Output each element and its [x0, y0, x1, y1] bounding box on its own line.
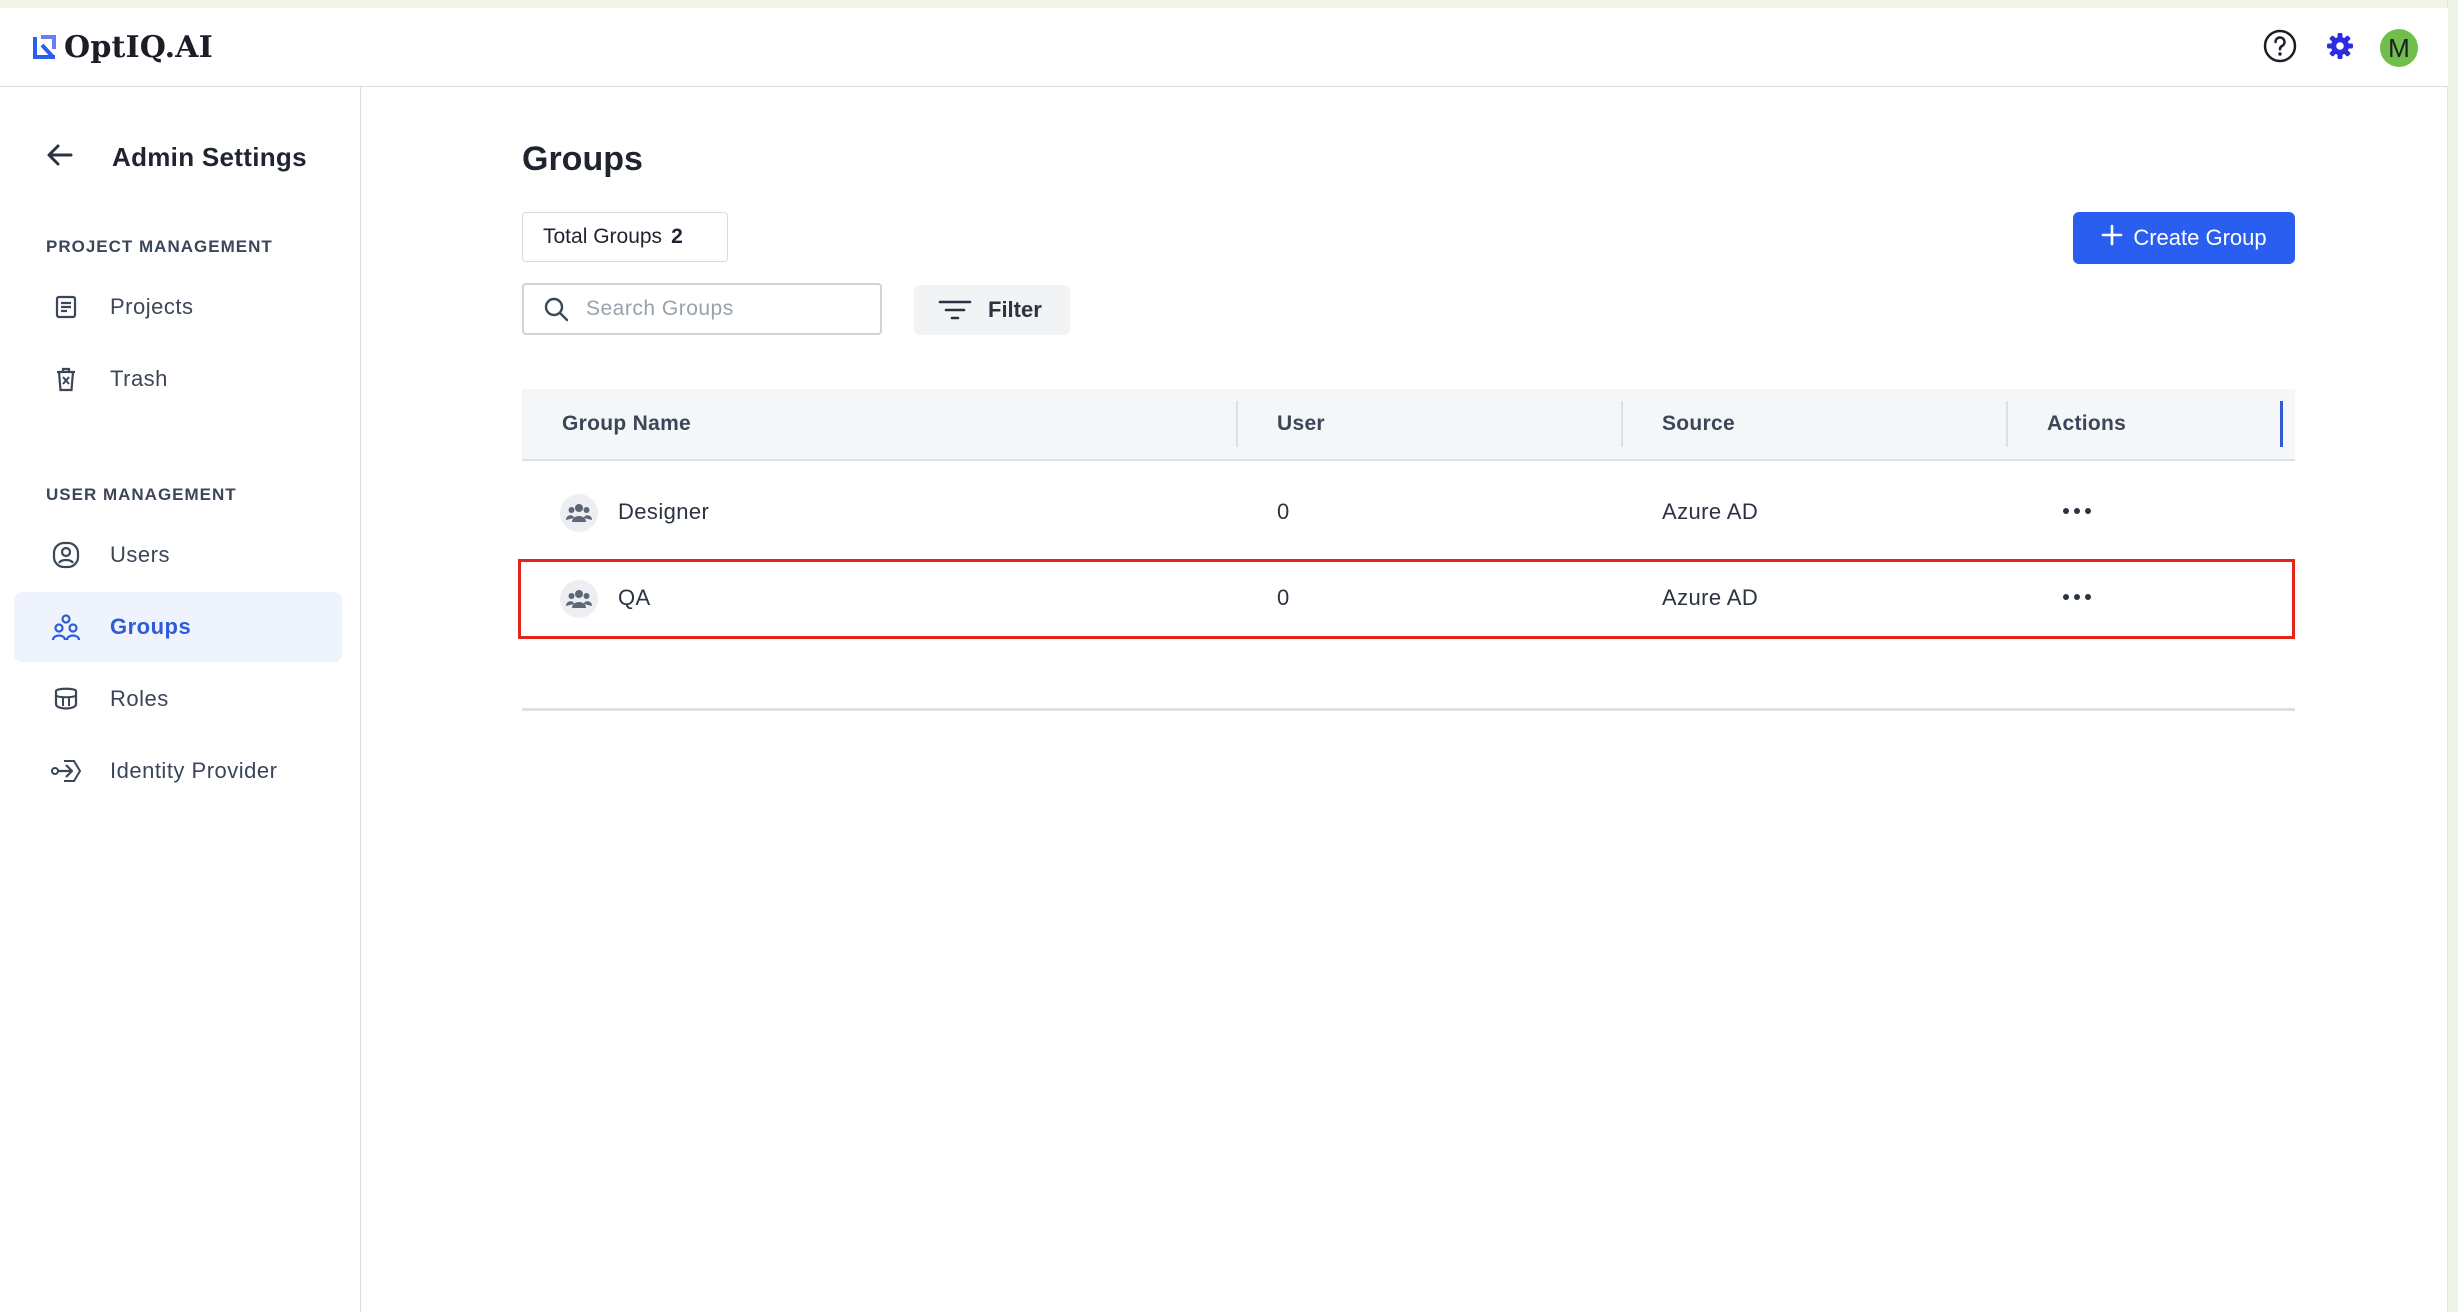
column-divider[interactable]: [1621, 401, 1623, 447]
total-groups-count: 2: [671, 225, 683, 248]
column-header-group-name[interactable]: Group Name: [562, 412, 691, 436]
column-header-source[interactable]: Source: [1662, 412, 1735, 436]
document-icon: [48, 289, 84, 325]
more-actions-button[interactable]: [2052, 491, 2102, 531]
column-resize-handle[interactable]: [2280, 401, 2283, 447]
logo-text: OptIQ.AI: [64, 30, 213, 65]
column-divider[interactable]: [1236, 401, 1238, 447]
user-count-cell: 0: [1277, 585, 1290, 610]
sidebar: Admin Settings PROJECT MANAGEMENT Projec…: [0, 87, 361, 1312]
user-avatar[interactable]: M: [2380, 29, 2418, 67]
search-input[interactable]: [584, 296, 868, 322]
help-icon: [2262, 28, 2298, 69]
group-avatar-icon: [560, 494, 598, 532]
ellipsis-icon: [2063, 508, 2069, 514]
source-cell: Azure AD: [1662, 585, 1759, 610]
groups-table: Group Name User Source Actions Designer …: [518, 389, 2295, 669]
groups-icon: [48, 609, 84, 645]
sidebar-item-label: Roles: [110, 686, 169, 711]
sidebar-item-label: Identity Provider: [110, 758, 278, 783]
column-header-actions: Actions: [2047, 412, 2127, 435]
help-button[interactable]: [2260, 28, 2300, 68]
column-divider[interactable]: [2006, 401, 2008, 447]
search-icon: [542, 294, 572, 324]
sidebar-item-users[interactable]: Users: [14, 520, 342, 590]
user-icon: [48, 537, 84, 573]
group-name-cell[interactable]: Designer: [618, 499, 709, 525]
table-header: Group Name User Source Actions: [522, 389, 2295, 461]
selected-row-highlight: [518, 559, 2295, 639]
filter-icon: [938, 295, 974, 325]
group-name-cell[interactable]: QA: [618, 585, 651, 611]
logo-mark-icon: [32, 33, 60, 63]
sidebar-title: Admin Settings: [112, 141, 307, 172]
create-group-button[interactable]: Create Group: [2073, 212, 2295, 264]
arrow-left-icon: [45, 140, 75, 175]
more-actions-button[interactable]: [2052, 577, 2102, 617]
sidebar-item-label: Users: [110, 542, 170, 567]
section-label-project-management: PROJECT MANAGEMENT: [46, 237, 273, 256]
trash-icon: [48, 361, 84, 397]
shield-icon: [48, 681, 84, 717]
table-bottom-border: [522, 708, 2295, 711]
gear-icon: [2325, 31, 2355, 66]
back-button[interactable]: [40, 137, 80, 177]
column-header-user[interactable]: User: [1277, 412, 1325, 436]
sidebar-item-label: Trash: [110, 366, 168, 391]
user-count-cell: 0: [1277, 499, 1290, 524]
sidebar-item-groups[interactable]: Groups: [14, 592, 342, 662]
total-groups-label: Total Groups: [543, 225, 663, 248]
sidebar-item-identity-provider[interactable]: Identity Provider: [14, 736, 342, 806]
create-group-label: Create Group: [2133, 225, 2267, 250]
table-row[interactable]: Designer 0 Azure AD: [522, 461, 2295, 565]
identity-icon: [48, 753, 84, 789]
ellipsis-icon: [2063, 594, 2069, 600]
sidebar-item-roles[interactable]: Roles: [14, 664, 342, 734]
sidebar-header: Admin Settings: [46, 137, 307, 177]
section-label-user-management: USER MANAGEMENT: [46, 485, 237, 504]
plus-icon: [2101, 224, 2123, 252]
filter-label: Filter: [988, 297, 1042, 322]
source-cell: Azure AD: [1662, 499, 1759, 524]
table-row[interactable]: QA 0 Azure AD: [518, 559, 2295, 669]
total-groups-badge: Total Groups 2: [522, 212, 728, 262]
search-groups-field[interactable]: [522, 283, 882, 335]
sidebar-item-label: Groups: [110, 614, 192, 639]
settings-button[interactable]: [2320, 28, 2360, 68]
window-right-edge: [2447, 0, 2458, 1312]
page-title: Groups: [522, 140, 643, 178]
group-avatar-icon: [560, 580, 598, 618]
top-header: OptIQ.AI M: [0, 8, 2448, 87]
header-actions: M: [2260, 28, 2418, 68]
sidebar-item-trash[interactable]: Trash: [14, 344, 342, 414]
filter-button[interactable]: Filter: [914, 285, 1070, 335]
sidebar-item-projects[interactable]: Projects: [14, 272, 342, 342]
sidebar-item-label: Projects: [110, 294, 194, 319]
app-logo[interactable]: OptIQ.AI: [32, 30, 213, 65]
